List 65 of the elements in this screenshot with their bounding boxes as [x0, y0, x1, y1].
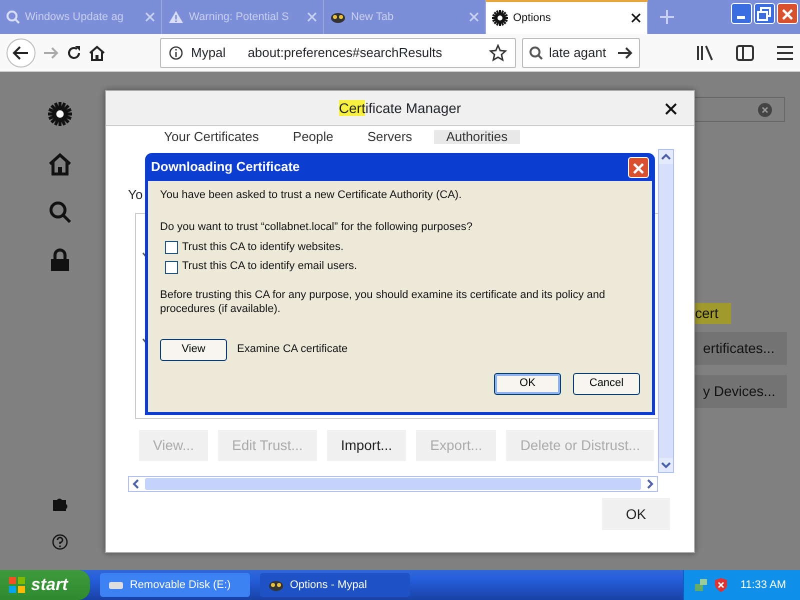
close-button[interactable] — [777, 3, 798, 24]
gear-icon — [48, 102, 72, 126]
star-icon[interactable] — [489, 44, 507, 62]
scroll-down-icon[interactable] — [659, 458, 673, 472]
tab[interactable]: Your Certificates — [152, 130, 271, 144]
view-label: Examine CA certificate — [237, 342, 348, 356]
scroll-up-icon[interactable] — [659, 150, 673, 164]
start-button[interactable]: start — [0, 570, 90, 600]
lock-icon[interactable] — [50, 248, 70, 272]
clear-icon[interactable] — [758, 103, 772, 117]
maximize-button[interactable] — [754, 3, 775, 24]
taskbar-button[interactable]: Options - Mypal — [260, 573, 410, 597]
search-icon — [6, 10, 20, 24]
page-search-field[interactable] — [695, 97, 785, 122]
info-icon — [169, 46, 183, 60]
back-icon[interactable] — [6, 38, 36, 68]
page-button[interactable]: y Devices... — [695, 375, 787, 408]
checkbox-label: Trust this CA to identify email users. — [182, 260, 358, 274]
question-text: Do you want to trust “collabnet.local” for the following purposes? — [160, 220, 474, 234]
vertical-scrollbar[interactable] — [658, 149, 674, 473]
ok-button[interactable]: OK — [494, 372, 561, 395]
checkbox[interactable] — [165, 240, 178, 254]
search-icon — [529, 46, 543, 60]
close-button[interactable] — [628, 156, 649, 178]
home-icon[interactable] — [88, 44, 106, 60]
tab[interactable]: Authorities — [434, 130, 520, 144]
gear-icon — [492, 10, 508, 26]
taskbar-button[interactable]: Removable Disk (E:) — [100, 573, 250, 597]
menu-icon[interactable] — [776, 44, 794, 60]
url-text: about:preferences#searchResults — [248, 44, 444, 62]
intro-text: Yo — [128, 186, 143, 204]
minimize-icon — [737, 16, 745, 19]
tab[interactable]: People — [280, 130, 346, 144]
close-icon[interactable] — [664, 102, 678, 116]
message-text: You have been asked to trust a new Certificate Authority (CA). — [160, 189, 463, 203]
windows-logo-icon — [8, 576, 26, 594]
checkbox-label: Trust this CA to identify websites. — [182, 240, 344, 254]
dialog-title: Downloading Certificate — [151, 158, 301, 176]
clock-text: 11:33 AM — [740, 578, 786, 593]
highlighted-text: cert — [695, 303, 731, 324]
cancel-button[interactable]: Cancel — [573, 372, 640, 395]
view-button[interactable]: View — [160, 338, 227, 361]
close-icon[interactable] — [631, 13, 641, 23]
horizontal-scrollbar[interactable] — [128, 476, 658, 492]
library-icon[interactable] — [696, 44, 714, 60]
search-icon[interactable] — [48, 200, 72, 224]
url-field[interactable]: Mypal about:preferences#searchResults — [160, 38, 516, 68]
browser-tab[interactable]: Options — [486, 0, 648, 34]
go-arrow-icon[interactable] — [617, 46, 633, 60]
sidebar-icon[interactable] — [736, 44, 754, 60]
dialog-button[interactable]: Import... — [326, 430, 406, 461]
note-text: Before trusting this CA for any purpose, you should examine its certificate and its policy and procedures (if available). — [160, 288, 606, 317]
drive-icon — [108, 580, 124, 590]
warning-icon — [168, 10, 184, 24]
search-text: late agant — [549, 44, 608, 62]
tab[interactable]: Servers — [355, 130, 424, 144]
ok-button[interactable]: OK — [602, 498, 670, 530]
checkbox[interactable] — [165, 260, 178, 274]
search-field[interactable]: late agant — [522, 38, 640, 68]
help-icon[interactable] — [52, 534, 68, 550]
site-identity: Mypal — [191, 44, 226, 62]
page-button[interactable]: ertificates... — [695, 332, 787, 365]
shield-icon[interactable] — [714, 577, 728, 593]
reload-icon[interactable] — [66, 44, 82, 60]
minimize-button[interactable] — [731, 3, 752, 24]
